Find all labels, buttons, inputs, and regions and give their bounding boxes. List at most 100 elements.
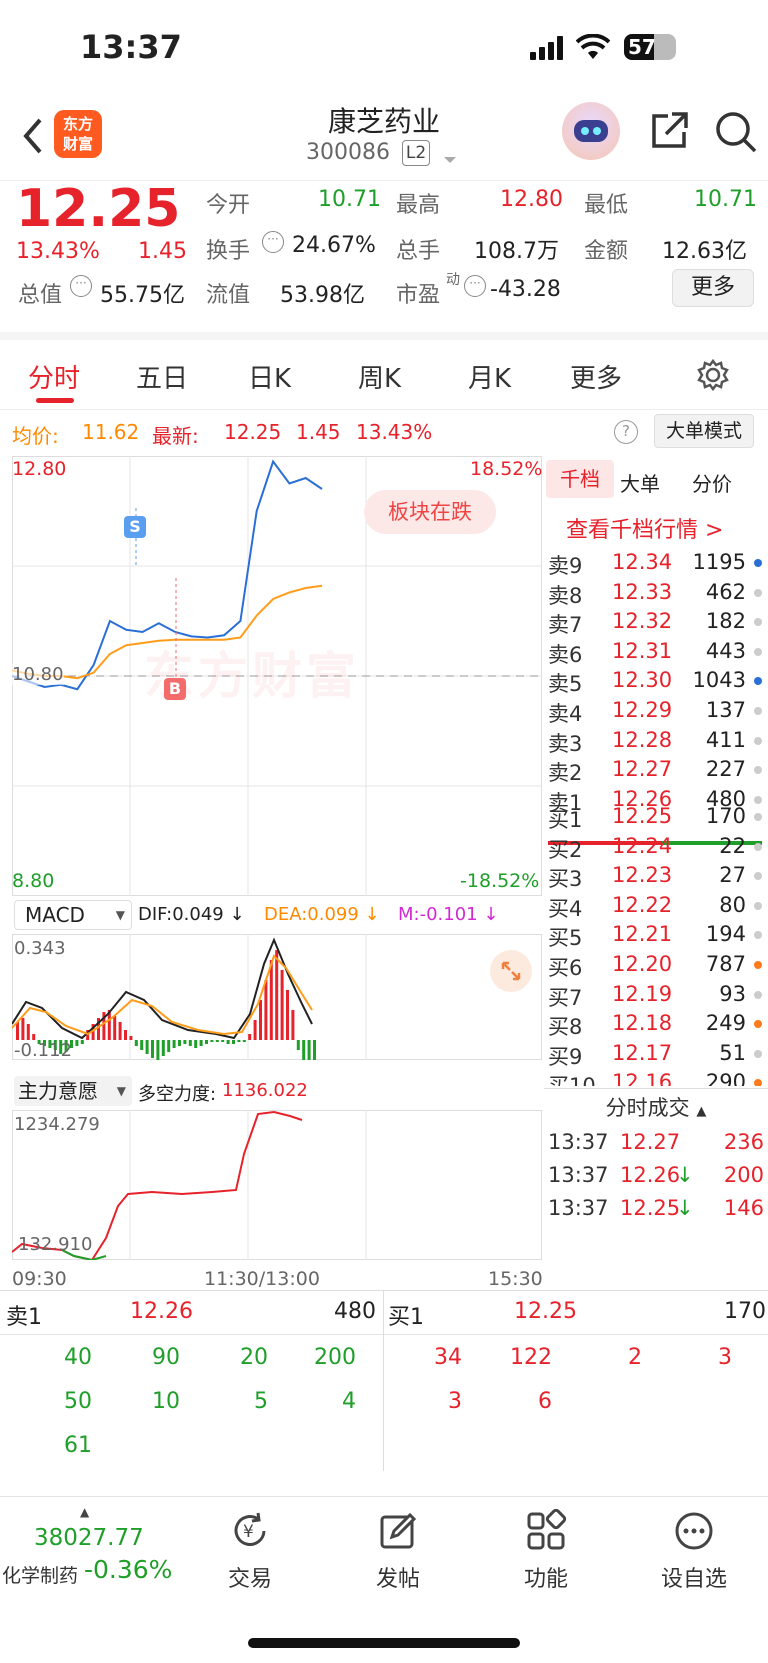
avg-label: 均价: <box>12 424 59 448</box>
robot-assistant-icon[interactable] <box>562 102 620 160</box>
chevron-up-icon[interactable]: ▲ <box>80 1505 89 1519</box>
back-icon[interactable] <box>18 116 48 156</box>
bid-row[interactable]: 买7 12.19 93 <box>544 980 768 1011</box>
search-icon[interactable] <box>714 110 758 158</box>
info-icon[interactable]: ··· <box>464 275 486 297</box>
app-logo[interactable]: 东方 财富 <box>54 110 102 158</box>
bid-volume: 27 <box>719 863 746 888</box>
queue-order: 3 <box>448 1389 462 1414</box>
macd-bar <box>80 1040 84 1044</box>
info-icon[interactable]: ··· <box>262 231 284 253</box>
nav-functions[interactable]: 功能 <box>486 1508 606 1593</box>
bid-list: 买1 12.25 170 买2 12.24 22 买3 12.23 27 买4 12.22 80 买5 1… <box>544 456 768 1086</box>
index-name[interactable]: 化学制药 <box>2 1561 78 1588</box>
y-axis-top: 12.80 <box>12 458 67 480</box>
queue-buy-label: 买1 <box>388 1305 424 1330</box>
macd-bar <box>215 1040 219 1042</box>
volume-value: 108.7万 <box>474 239 559 264</box>
edit-icon <box>380 1512 417 1549</box>
turnover-value: 24.67% <box>292 233 376 258</box>
big-order-mode-button[interactable]: 大单模式 <box>654 414 754 448</box>
big-order-dot <box>754 872 762 881</box>
nav-trade[interactable]: ¥ 交易 <box>190 1509 310 1593</box>
bid-price: 12.22 <box>612 892 673 917</box>
battery-level: 57 <box>628 35 656 59</box>
bid-row[interactable]: 买6 12.20 787 <box>544 950 768 981</box>
info-icon[interactable]: ··· <box>70 275 92 297</box>
avg-value: 11.62 <box>82 420 140 444</box>
help-icon[interactable]: ? <box>614 420 638 444</box>
share-icon[interactable] <box>648 110 690 156</box>
tab-underline <box>36 398 74 403</box>
change-amount: 1.45 <box>138 239 187 264</box>
bid-label: 买2 <box>548 837 583 862</box>
index-value[interactable]: 38027.77 <box>34 1525 144 1551</box>
main-force-selector[interactable]: 主力意愿 ▼ <box>14 1076 132 1106</box>
buy-marker[interactable]: B <box>164 678 186 700</box>
macd-bar <box>264 980 268 1040</box>
bid-row[interactable]: 买10 12.16 290 <box>544 1068 768 1086</box>
tab-intraday[interactable]: 分时 <box>28 358 80 395</box>
stock-name: 康芝药业 <box>327 105 440 138</box>
tick-header[interactable]: 分时成交 ▲ <box>544 1088 768 1128</box>
big-order-dot <box>754 901 762 910</box>
expand-icon[interactable] <box>490 950 532 992</box>
level2-badge[interactable]: L2 <box>402 140 430 166</box>
chevron-down-icon: ▼ <box>115 908 125 922</box>
svg-text:¥: ¥ <box>243 1522 254 1542</box>
tick-volume: 146 <box>723 1196 764 1220</box>
queue-order: 4 <box>342 1389 356 1414</box>
nav-add-watchlist[interactable]: 设自选 <box>634 1509 754 1593</box>
more-button[interactable]: 更多 <box>672 269 754 307</box>
bid-price: 12.24 <box>612 833 673 858</box>
bid-row[interactable]: 买9 12.17 51 <box>544 1039 768 1070</box>
tab-monthly-k[interactable]: 月K <box>468 358 511 395</box>
bid-row[interactable]: 买4 12.22 80 <box>544 891 768 922</box>
volume-label: 总手 <box>396 239 441 264</box>
macd-bar <box>151 1040 154 1058</box>
open-value: 10.71 <box>318 187 381 212</box>
more-icon <box>675 1512 713 1550</box>
pct-axis-top: 18.52% <box>470 458 543 480</box>
nav-post[interactable]: 发帖 <box>338 1509 458 1593</box>
tab-weekly-k[interactable]: 周K <box>358 358 401 395</box>
open-label: 今开 <box>206 193 251 218</box>
bid-price: 12.23 <box>612 863 673 888</box>
bid-row[interactable]: 买5 12.21 194 <box>544 920 768 951</box>
queue-order: 6 <box>538 1389 552 1414</box>
tab-more[interactable]: 更多 <box>570 358 622 395</box>
bid-label: 买8 <box>548 1015 583 1040</box>
index-percent[interactable]: -0.36% <box>84 1555 172 1584</box>
tab-daily-k[interactable]: 日K <box>248 358 291 395</box>
tick-header-label: 分时成交 <box>605 1096 690 1120</box>
time-axis-end: 15:30 <box>488 1268 543 1290</box>
sector-falling-badge[interactable]: 板块在跌 <box>364 490 496 534</box>
macd-chart[interactable] <box>12 934 542 1060</box>
big-order-dot <box>754 842 762 851</box>
y-axis-bottom: 8.80 <box>12 870 55 892</box>
big-order-dot <box>754 931 762 940</box>
bid-row[interactable]: 买2 12.24 22 <box>544 832 768 863</box>
macd-bar <box>183 1040 187 1044</box>
main-axis-top: 1234.279 <box>14 1114 100 1135</box>
bid-row[interactable]: 买8 12.18 249 <box>544 1009 768 1040</box>
down-arrow-icon: ↓ <box>676 1196 694 1220</box>
low-label: 最低 <box>584 193 629 218</box>
latest-percent: 13.43% <box>356 420 433 444</box>
bid-volume: 249 <box>705 1011 746 1036</box>
chevron-down-icon[interactable] <box>442 150 458 169</box>
queue-order: 90 <box>152 1345 180 1370</box>
bid-row[interactable]: 买1 12.25 170 <box>544 802 768 833</box>
sell-marker[interactable]: S <box>124 516 146 538</box>
macd-bar <box>307 1040 311 1060</box>
tick-price: 12.27 <box>620 1130 681 1154</box>
bid-row[interactable]: 买3 12.23 27 <box>544 861 768 892</box>
macd-selector[interactable]: MACD ▼ <box>14 900 132 930</box>
tab-five-day[interactable]: 五日 <box>136 358 188 395</box>
main-axis-bottom: 132.910 <box>18 1234 93 1255</box>
bid-price: 12.17 <box>612 1040 673 1065</box>
status-bar: 13:37 57 <box>0 0 768 100</box>
settings-icon[interactable] <box>696 358 730 396</box>
power-label: 多空力度: <box>138 1084 217 1105</box>
tick-volume: 236 <box>723 1130 764 1154</box>
